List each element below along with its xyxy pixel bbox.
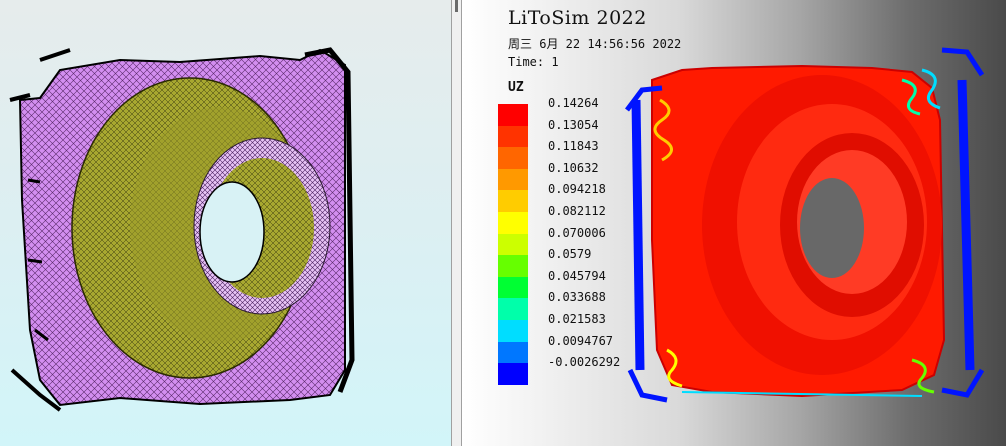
legend-value: -0.0026292 (548, 355, 621, 370)
legend-swatch (498, 319, 528, 342)
legend-value: 0.11843 (548, 139, 599, 154)
mesh-model (9, 47, 355, 412)
legend-swatch (498, 233, 528, 256)
legend-swatch (498, 104, 528, 126)
pane-splitter[interactable] (451, 0, 462, 446)
legend-value: 0.13054 (548, 117, 599, 132)
legend-value: 0.021583 (548, 311, 606, 326)
app-title: LiToSim 2022 (508, 7, 647, 29)
legend-swatch (498, 147, 528, 169)
legend-swatch (498, 125, 528, 148)
legend-swatch (498, 190, 528, 212)
time-label: Time: 1 (508, 55, 559, 69)
variable-label: UZ (508, 80, 524, 95)
contour-model (625, 47, 985, 403)
result-viewport[interactable]: LiToSim 2022 周三 6月 22 14:56:56 2022 Time… (462, 0, 1006, 446)
legend-value: 0.033688 (548, 290, 606, 305)
legend-swatch (498, 363, 528, 385)
legend-value: 0.082112 (548, 203, 606, 218)
legend-value: 0.0094767 (548, 333, 614, 348)
legend-value: 0.10632 (548, 160, 599, 175)
legend-value: 0.14264 (548, 96, 599, 110)
legend-swatch (498, 211, 528, 234)
splitter-grip[interactable] (455, 0, 458, 12)
legend-value: 0.0579 (548, 247, 592, 262)
mesh-viewport[interactable] (0, 0, 451, 446)
legend-swatch (498, 341, 528, 364)
legend-swatch (498, 168, 528, 191)
legend-swatch (498, 298, 528, 320)
legend-value: 0.070006 (548, 225, 606, 240)
legend-value: 0.094218 (548, 182, 606, 197)
legend-swatch (498, 255, 528, 277)
legend-swatch (498, 276, 528, 299)
legend-value: 0.045794 (548, 268, 606, 283)
